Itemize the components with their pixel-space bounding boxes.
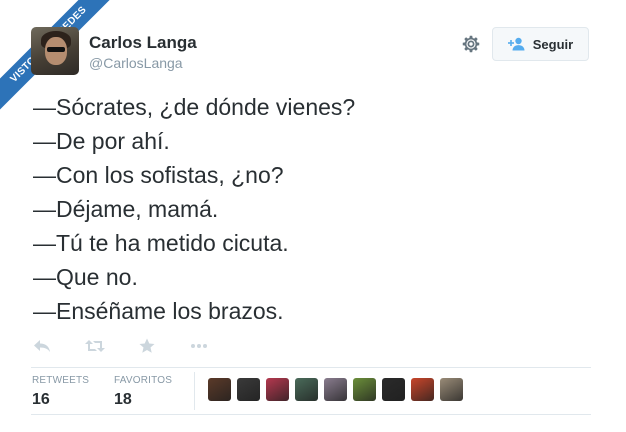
favorites-count: 18 [114,391,132,408]
tweet-line: —Déjame, mamá. [33,196,219,222]
author-name[interactable]: Carlos Langa [89,33,197,53]
stats-separator [194,372,195,410]
follow-label: Seguir [532,36,574,52]
favorites-label: FAVORITOS [114,375,173,386]
retweets-label: RETWEETS [32,375,90,386]
retweet-icon[interactable] [84,337,106,355]
favoriter-avatar[interactable] [324,378,347,401]
avatar[interactable] [31,27,79,75]
tweet-line: —Con los sofistas, ¿no? [33,162,284,188]
author-handle[interactable]: @CarlosLanga [89,55,183,71]
favoriter-avatar[interactable] [353,378,376,401]
favoriter-avatar[interactable] [208,378,231,401]
add-user-icon [507,37,525,51]
retweets-count: 16 [32,391,50,408]
tweet-line: —Que no. [33,264,138,290]
favorites-stat[interactable]: FAVORITOS 18 [114,375,172,409]
retweets-stat[interactable]: RETWEETS 16 [32,375,89,409]
more-icon[interactable] [188,337,210,355]
tweet-text: —Sócrates, ¿de dónde vienes? —De por ahí… [33,90,355,328]
favoriter-avatar[interactable] [266,378,289,401]
favoriter-avatar[interactable] [440,378,463,401]
favoriter-avatar[interactable] [237,378,260,401]
favoriter-avatar[interactable] [411,378,434,401]
follow-button[interactable]: Seguir [492,27,589,61]
favorite-icon[interactable] [136,337,158,355]
divider [31,414,591,415]
favoriter-avatar[interactable] [382,378,405,401]
tweet-line: —De por ahí. [33,128,170,154]
tweet-line: —Tú te ha metido cicuta. [33,230,289,256]
reply-icon[interactable] [32,337,54,355]
divider [31,367,591,368]
tweet-line: —Enséñame los brazos. [33,298,284,324]
gear-icon[interactable] [460,33,482,55]
favoriter-avatar[interactable] [295,378,318,401]
tweet-line: —Sócrates, ¿de dónde vienes? [33,94,356,120]
